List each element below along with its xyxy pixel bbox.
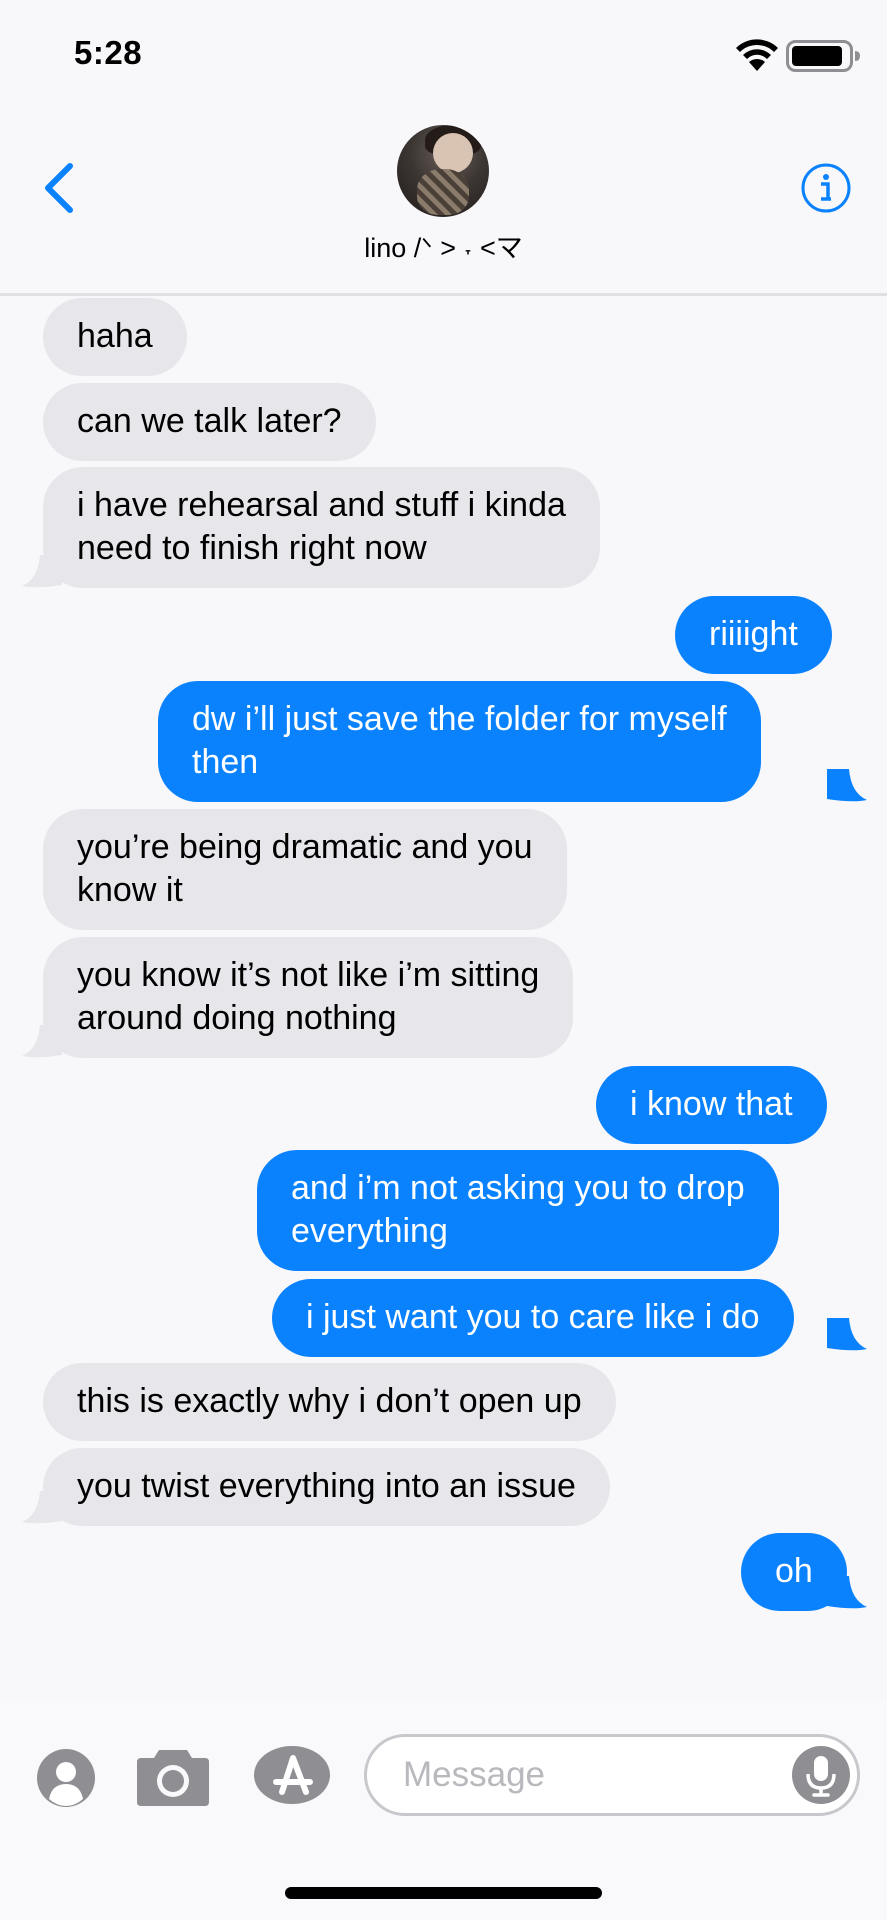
message-input[interactable]: Message xyxy=(364,1734,860,1816)
bubble-tail xyxy=(827,769,867,802)
bubble-tail xyxy=(22,1491,62,1524)
status-time: 5:28 xyxy=(74,34,143,71)
message-bubble-outgoing[interactable]: riiiight xyxy=(675,596,832,674)
conversation-header: lino /ᐠ > ˕ <マ xyxy=(0,110,887,296)
wifi-icon xyxy=(736,39,778,71)
camera-icon[interactable] xyxy=(135,1746,211,1808)
memoji-icon[interactable] xyxy=(36,1748,96,1808)
back-chevron-icon[interactable] xyxy=(40,160,76,216)
message-bubble-incoming[interactable]: haha xyxy=(43,298,187,376)
bubble-tail xyxy=(22,1025,62,1058)
status-bar: 5:28 xyxy=(0,0,887,110)
app-store-icon[interactable] xyxy=(252,1744,334,1806)
microphone-icon[interactable] xyxy=(791,1745,851,1805)
message-bubble-outgoing[interactable]: and i’m not asking you to drop everythin… xyxy=(257,1150,779,1271)
bubble-tail xyxy=(827,1318,867,1351)
contact-name[interactable]: lino /ᐠ > ˕ <マ xyxy=(0,226,887,265)
battery-icon xyxy=(786,40,860,72)
info-icon[interactable] xyxy=(800,162,852,214)
message-bubble-incoming[interactable]: you twist everything into an issue xyxy=(43,1448,610,1526)
message-bubble-incoming[interactable]: i have rehearsal and stuff i kinda need … xyxy=(43,467,600,588)
contact-avatar[interactable] xyxy=(397,125,489,217)
bubble-tail xyxy=(827,1576,867,1609)
message-bubble-outgoing[interactable]: dw i’ll just save the folder for myself … xyxy=(158,681,761,802)
message-bubble-outgoing[interactable]: i know that xyxy=(596,1066,827,1144)
message-bubble-incoming[interactable]: this is exactly why i don’t open up xyxy=(43,1363,616,1441)
home-indicator[interactable] xyxy=(285,1887,602,1899)
message-bubble-incoming[interactable]: can we talk later? xyxy=(43,383,376,461)
message-bubble-incoming[interactable]: you know it’s not like i’m sitting aroun… xyxy=(43,937,574,1058)
message-placeholder: Message xyxy=(403,1755,546,1794)
message-bubble-outgoing[interactable]: i just want you to care like i do xyxy=(272,1279,794,1357)
message-bubble-incoming[interactable]: you’re being dramatic and you know it xyxy=(43,809,567,930)
bubble-tail xyxy=(22,555,62,588)
